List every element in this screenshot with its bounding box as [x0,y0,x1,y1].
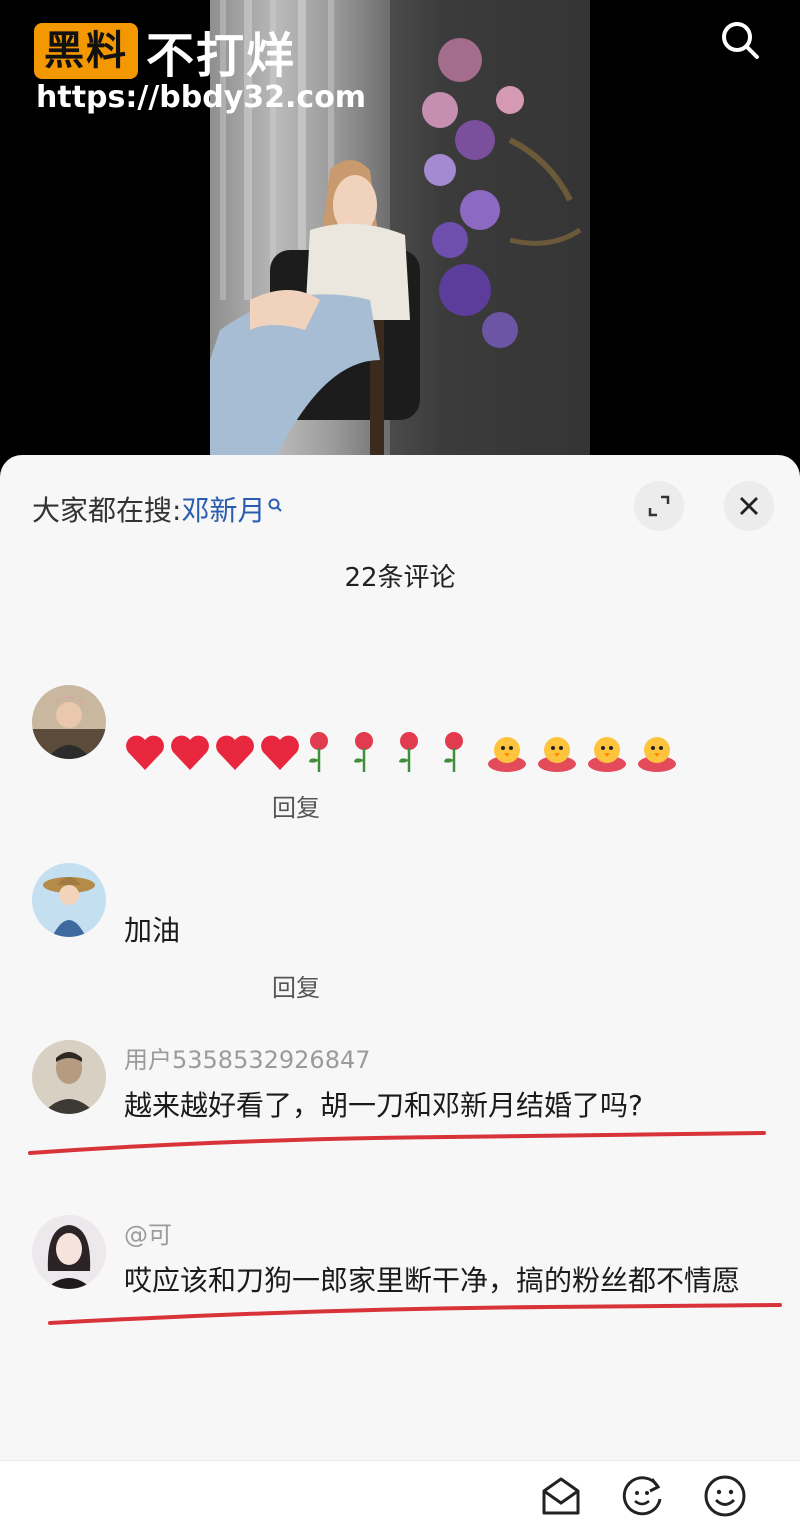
highlight-underline [28,1131,766,1155]
close-icon[interactable] [724,481,774,531]
rose-emoji-icon [309,732,328,772]
rose-emoji-icon [444,732,463,772]
heart-emoji-icon [261,735,299,770]
search-icon[interactable] [718,18,762,62]
chick-emoji-icon [488,737,526,772]
video-area[interactable]: 黑料 不打烊 https://bbdy32.com [0,0,800,470]
search-icon [267,489,285,512]
comment-panel: 大家都在搜:邓新月 22条评论 回复 加油 回复 用户5358532926847… [0,455,800,1534]
chick-emoji-icon [538,737,576,772]
comment-text: 哎应该和刀狗一郎家里断干净，搞的粉丝都不情愿 [124,1264,741,1297]
heart-emoji-icon [216,735,254,770]
reply-button[interactable]: 回复 [272,788,320,823]
rose-emoji-icon [399,732,418,772]
emoji-row [124,727,684,777]
rose-emoji-icon [354,732,373,772]
avatar[interactable] [32,685,106,759]
avatar[interactable] [32,1040,106,1114]
comment-text: 加油 [124,914,181,947]
watermark-text: 不打烊 [146,28,297,84]
watermark-url: https://bbdy32.com [36,80,367,115]
expand-icon[interactable] [634,481,684,531]
hot-search-term[interactable]: 邓新月 [181,494,265,527]
comment-item: 加油 回复 [32,863,772,1003]
chick-emoji-icon [588,737,626,772]
hot-search-label: 大家都在搜: [32,494,182,527]
watermark-logo: 黑料 不打烊 [34,16,296,86]
comment-username[interactable]: 用户5358532926847 [124,1040,371,1075]
comment-item: @可 哎应该和刀狗一郎家里断干净，搞的粉丝都不情愿 [32,1215,772,1355]
heart-emoji-icon [126,735,164,770]
smile-icon[interactable] [702,1473,748,1519]
comment-input-bar [0,1460,800,1534]
reply-button[interactable]: 回复 [272,968,320,1003]
avatar[interactable] [32,1215,106,1289]
comment-count: 22条评论 [344,563,456,593]
chick-emoji-icon [638,737,676,772]
hot-search-bar[interactable]: 大家都在搜:邓新月 [32,489,285,529]
highlight-underline [48,1303,782,1325]
gift-icon[interactable] [538,1473,584,1519]
heart-emoji-icon [171,735,209,770]
comment-item: 回复 [32,685,772,822]
avatar[interactable] [32,863,106,937]
watermark-badge: 黑料 [34,23,138,79]
comment-username[interactable]: @可 [124,1215,172,1250]
refresh-emoji-icon[interactable] [620,1473,666,1519]
